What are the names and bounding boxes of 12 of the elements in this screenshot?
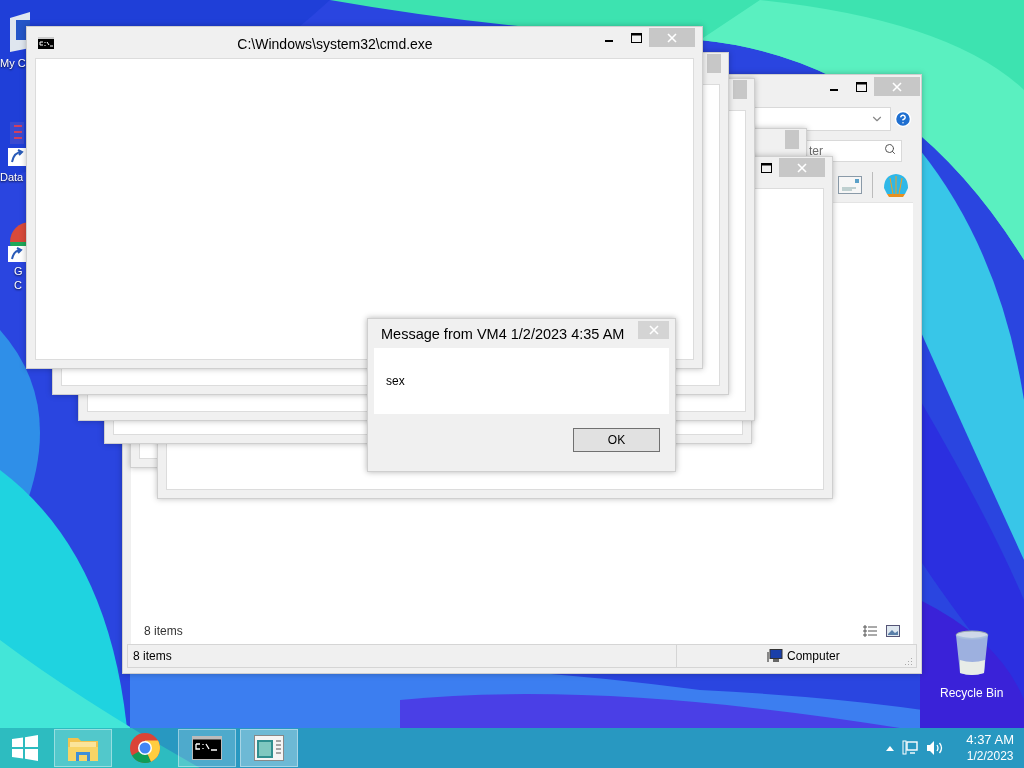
message-text: sex (386, 373, 405, 390)
desktop-icon-label[interactable]: Data (0, 170, 24, 184)
desktop-icon-label[interactable]: C (14, 278, 22, 292)
status-location: Computer (787, 648, 840, 665)
window-title: C:\Windows\system32\cmd.exe (237, 35, 433, 54)
status-item-count: 8 items (132, 648, 173, 665)
desktop-icon-label[interactable]: My C (0, 56, 26, 70)
desktop-icon-label[interactable]: G (14, 264, 23, 278)
ok-button[interactable]: OK (573, 427, 660, 452)
dialog-title: Message from VM4 1/2/2023 4:35 AM (380, 325, 626, 344)
item-count: 8 items (144, 623, 183, 640)
desktop-icon-label[interactable]: Recycle Bin (940, 684, 1004, 702)
